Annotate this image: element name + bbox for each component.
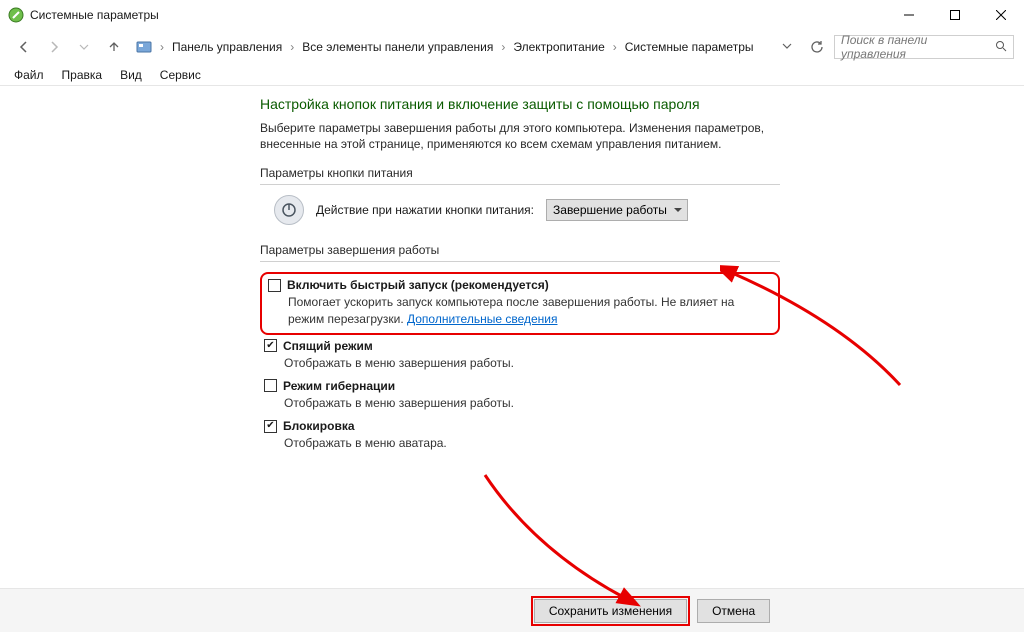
refresh-button[interactable] xyxy=(806,36,828,58)
search-icon xyxy=(995,40,1009,55)
chevron-down-icon[interactable] xyxy=(782,40,792,54)
power-options-icon xyxy=(8,7,24,23)
lock-desc: Отображать в меню аватара. xyxy=(284,435,780,451)
breadcrumb[interactable]: › Панель управления › Все элементы панел… xyxy=(132,35,800,59)
divider xyxy=(260,184,780,185)
hibernate-desc: Отображать в меню завершения работы. xyxy=(284,395,780,411)
power-icon xyxy=(274,195,304,225)
control-panel-icon xyxy=(136,39,152,55)
search-placeholder: Поиск в панели управления xyxy=(841,33,995,61)
page-lead: Выберите параметры завершения работы для… xyxy=(260,120,780,152)
group-shutdown-label: Параметры завершения работы xyxy=(260,243,780,257)
titlebar: Системные параметры xyxy=(0,0,1024,30)
page-heading: Настройка кнопок питания и включение защ… xyxy=(260,96,780,112)
breadcrumb-item[interactable]: Электропитание xyxy=(509,38,608,56)
breadcrumb-item[interactable]: Все элементы панели управления xyxy=(298,38,497,56)
fast-start-label: Включить быстрый запуск (рекомендуется) xyxy=(287,278,549,292)
menu-view[interactable]: Вид xyxy=(112,66,150,84)
nav-toolbar: › Панель управления › Все элементы панел… xyxy=(0,30,1024,64)
menubar: Файл Правка Вид Сервис xyxy=(0,64,1024,86)
breadcrumb-item[interactable]: Панель управления xyxy=(168,38,286,56)
cancel-button[interactable]: Отмена xyxy=(697,599,770,623)
maximize-button[interactable] xyxy=(932,0,978,30)
forward-button[interactable] xyxy=(42,35,66,59)
window-controls xyxy=(886,0,1024,30)
menu-edit[interactable]: Правка xyxy=(54,66,111,84)
menu-file[interactable]: Файл xyxy=(6,66,52,84)
back-button[interactable] xyxy=(12,35,36,59)
chevron-right-icon: › xyxy=(158,40,166,54)
search-input[interactable]: Поиск в панели управления xyxy=(834,35,1014,59)
hibernate-label: Режим гибернации xyxy=(283,379,395,393)
footer: Сохранить изменения Отмена xyxy=(0,588,1024,632)
chevron-right-icon: › xyxy=(499,40,507,54)
sleep-desc: Отображать в меню завершения работы. xyxy=(284,355,780,371)
breadcrumb-item[interactable]: Системные параметры xyxy=(621,38,758,56)
group-power-button-label: Параметры кнопки питания xyxy=(260,166,780,180)
fast-start-highlight: Включить быстрый запуск (рекомендуется) … xyxy=(260,272,780,334)
sleep-checkbox[interactable] xyxy=(264,339,277,352)
power-button-action-select[interactable]: Завершение работы xyxy=(546,199,688,221)
divider xyxy=(260,261,780,262)
lock-label: Блокировка xyxy=(283,419,355,433)
hibernate-checkbox[interactable] xyxy=(264,379,277,392)
recent-dropdown[interactable] xyxy=(72,35,96,59)
lock-checkbox[interactable] xyxy=(264,420,277,433)
fast-start-more-link[interactable]: Дополнительные сведения xyxy=(407,312,557,326)
save-button[interactable]: Сохранить изменения xyxy=(534,599,687,623)
window-title: Системные параметры xyxy=(30,8,886,22)
close-button[interactable] xyxy=(978,0,1024,30)
minimize-button[interactable] xyxy=(886,0,932,30)
up-button[interactable] xyxy=(102,35,126,59)
chevron-right-icon: › xyxy=(288,40,296,54)
power-button-row: Действие при нажатии кнопки питания: Зав… xyxy=(274,195,780,225)
fast-start-checkbox[interactable] xyxy=(268,279,281,292)
content-area: Настройка кнопок питания и включение защ… xyxy=(0,86,1024,588)
chevron-right-icon: › xyxy=(611,40,619,54)
power-button-action-label: Действие при нажатии кнопки питания: xyxy=(316,203,534,217)
sleep-label: Спящий режим xyxy=(283,339,373,353)
fast-start-desc: Помогает ускорить запуск компьютера посл… xyxy=(288,294,770,326)
menu-tools[interactable]: Сервис xyxy=(152,66,209,84)
